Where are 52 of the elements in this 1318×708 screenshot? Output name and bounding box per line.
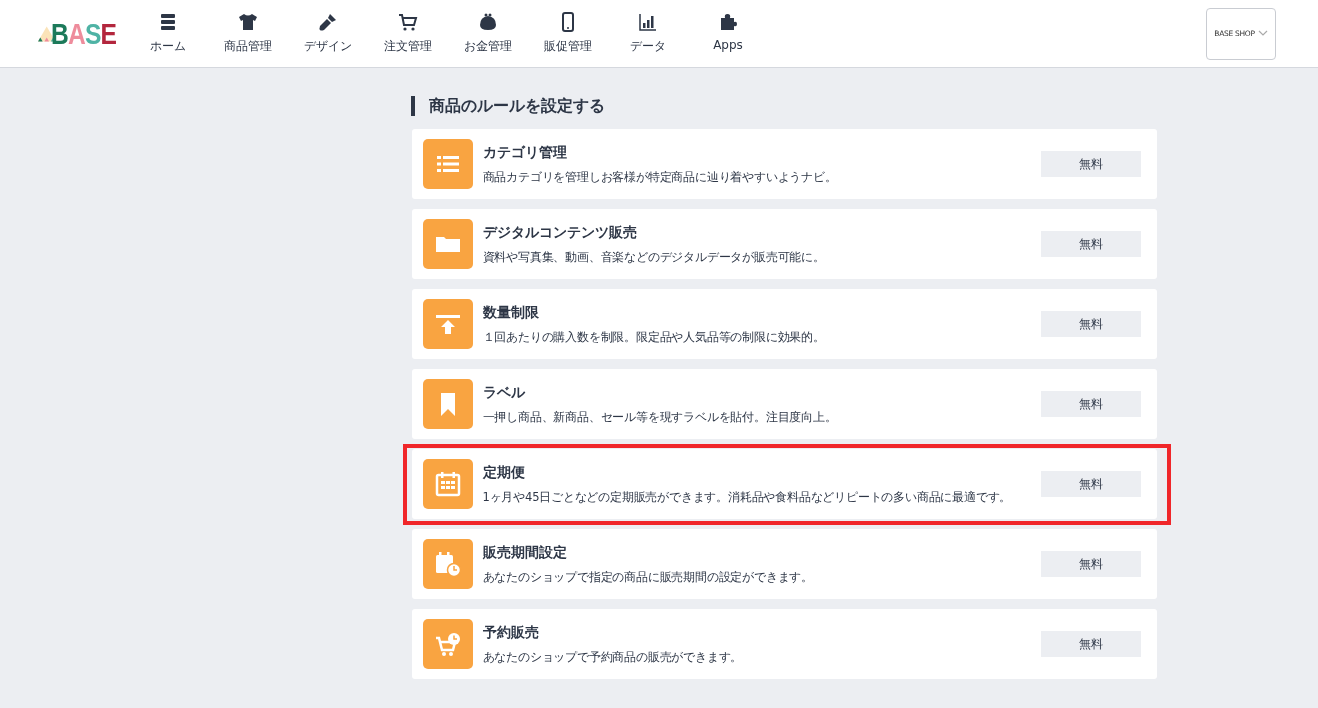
app-title: カテゴリ管理 [482,143,568,162]
app-card[interactable]: デジタルコンテンツ販売 資料や写真集、動画、音楽などのデジタルデータが販売可能に。 無料 [411,209,1157,279]
chevron-down-icon [1257,30,1268,37]
app-title: 数量制限 [482,303,540,322]
nav-item[interactable]: 商品管理 [208,12,288,55]
nav-item[interactable]: お金管理 [448,12,528,55]
brush-icon [318,12,338,32]
app-card[interactable]: カテゴリ管理 商品カテゴリを管理しお客様が特定商品に辿り着やすいようナビ。 無料 [411,129,1157,199]
logo-text: BASE [51,19,117,49]
app-description: 一押し商品、新商品、セール等を現すラベルを貼付。注目度向上。 [482,409,838,425]
price-button[interactable]: 無料 [1040,151,1141,177]
purse-icon [478,12,498,32]
price-button[interactable]: 無料 [1040,471,1141,497]
list-icon [422,139,473,189]
price-button[interactable]: 無料 [1040,391,1141,417]
section-heading: 商品のルールを設定する [410,96,1157,116]
app-card[interactable]: 数量制限 １回あたりの購入数を制限。限定品や人気品等の制限に効果的。 無料 [411,289,1157,359]
app-title: デジタルコンテンツ販売 [482,223,638,242]
app-description: １回あたりの購入数を制限。限定品や人気品等の制限に効果的。 [482,329,826,345]
app-title: 販売期間設定 [482,543,568,562]
app-title: 定期便 [482,463,526,482]
app-description: あなたのショップで予約商品の販売ができます。 [482,649,744,665]
puzzle-icon [718,12,738,32]
price-button[interactable]: 無料 [1040,631,1141,657]
folder-icon [422,219,473,269]
cart-clock-icon [422,619,473,669]
bookmark-icon [422,379,473,429]
app-description: あなたのショップで指定の商品に販売期間の設定ができます。 [482,569,814,585]
app-card[interactable]: 定期便 1ヶ月や45日ごとなどの定期販売ができます。消耗品や食料品などリピートの多い商品に最適です。 無料 [411,449,1157,519]
app-title: ラベル [482,383,526,402]
upload-icon [422,299,473,349]
app-card[interactable]: 予約販売 あなたのショップで予約商品の販売ができます。 無料 [411,609,1157,679]
calendar-icon [422,459,473,509]
nav-item[interactable]: ホーム [128,12,208,55]
calendar-clock-icon [422,539,473,589]
app-card[interactable]: 販売期間設定 あなたのショップで指定の商品に販売期間の設定ができます。 無料 [411,529,1157,599]
nav-item[interactable]: 注文管理 [368,12,448,55]
price-button[interactable]: 無料 [1040,231,1141,257]
nav-item[interactable]: Apps [688,12,768,55]
chart-icon [638,12,658,32]
nav-item[interactable]: デザイン [288,12,368,55]
shirt-icon [238,12,258,32]
price-button[interactable]: 無料 [1040,311,1141,337]
app-description: 1ヶ月や45日ごとなどの定期販売ができます。消耗品や食料品などリピートの多い商品に最適です。 [482,489,1013,505]
nav-item[interactable]: 販促管理 [528,12,608,55]
cart-icon [398,12,418,32]
app-title: 予約販売 [482,623,540,642]
app-description: 資料や写真集、動画、音楽などのデジタルデータが販売可能に。 [482,249,826,265]
app-card[interactable]: ラベル 一押し商品、新商品、セール等を現すラベルを貼付。注目度向上。 無料 [411,369,1157,439]
price-button[interactable]: 無料 [1040,551,1141,577]
nav-item[interactable]: データ [608,12,688,55]
app-description: 商品カテゴリを管理しお客様が特定商品に辿り着やすいようナビ。 [482,169,838,185]
